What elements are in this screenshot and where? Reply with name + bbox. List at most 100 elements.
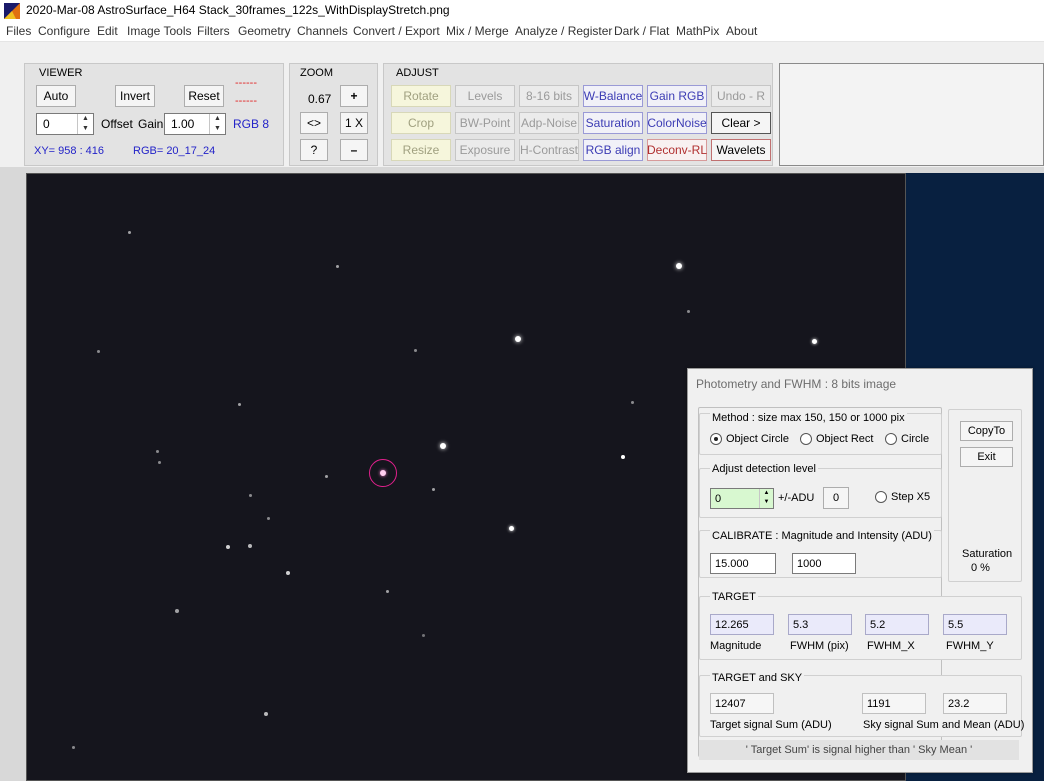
method-group: Method : size max 150, 150 or 1000 pix O…: [699, 412, 942, 455]
star: [422, 634, 425, 637]
menu-configure[interactable]: Configure: [38, 24, 90, 38]
star: [286, 571, 290, 575]
target-selection-circle[interactable]: [369, 459, 397, 487]
auto-button[interactable]: Auto: [36, 85, 76, 107]
bw-point-button[interactable]: BW-Point: [455, 112, 515, 134]
star: [687, 310, 690, 313]
sky-sum-field[interactable]: 1191: [862, 693, 926, 714]
red-indicator-bottom: ------: [235, 95, 257, 107]
menu-channels[interactable]: Channels: [297, 24, 348, 38]
rotate-button[interactable]: Rotate: [391, 85, 451, 107]
saturation-button[interactable]: Saturation: [583, 112, 643, 134]
gain-spinner[interactable]: 1.00 ▲ ▼: [164, 113, 226, 135]
resize-button[interactable]: Resize: [391, 139, 451, 161]
clear-button[interactable]: Clear >: [711, 112, 771, 134]
h-contrast-button[interactable]: H-Contrast: [519, 139, 579, 161]
calibration-intensity-field[interactable]: 1000: [792, 553, 856, 574]
star: [238, 403, 241, 406]
star: [249, 494, 252, 497]
zoom-in-button[interactable]: +: [340, 85, 368, 107]
calibration-magnitude-field[interactable]: 15.000: [710, 553, 776, 574]
detection-spin-arrows[interactable]: ▲ ▼: [759, 489, 773, 508]
gain-value: 1.00: [171, 117, 195, 131]
detection-level-spinner[interactable]: 0 ▲ ▼: [710, 488, 774, 509]
invert-button[interactable]: Invert: [115, 85, 155, 107]
star: [248, 544, 252, 548]
menu-files[interactable]: Files: [6, 24, 31, 38]
step-x5-radio[interactable]: Step X5: [875, 491, 930, 503]
copyto-button[interactable]: CopyTo: [960, 421, 1013, 441]
zoom-fit-button[interactable]: <>: [300, 112, 328, 134]
menu-geometry[interactable]: Geometry: [238, 24, 291, 38]
star: [621, 455, 625, 459]
fwhm-field[interactable]: 5.3: [788, 614, 852, 635]
zoom-help-button[interactable]: ?: [300, 139, 328, 161]
star: [414, 349, 417, 352]
star: [175, 609, 179, 613]
zoom-level: 0.67: [308, 92, 332, 106]
levels-button[interactable]: Levels: [455, 85, 515, 107]
calibrate-group: CALIBRATE : Magnitude and Intensity (ADU…: [699, 530, 942, 578]
target-sky-label: TARGET and SKY: [710, 672, 805, 684]
info-panel: [779, 63, 1044, 166]
deconv-rl-button[interactable]: Deconv-RL: [647, 139, 707, 161]
rgb-align-button[interactable]: RGB align: [583, 139, 643, 161]
sky-mean-field[interactable]: 23.2: [943, 693, 1007, 714]
menu-analyze-register[interactable]: Analyze / Register: [515, 24, 612, 38]
gain-rgb-button[interactable]: Gain RGB: [647, 85, 707, 107]
method-label: Method : size max 150, 150 or 1000 pix: [710, 412, 907, 424]
exposure-button[interactable]: Exposure: [455, 139, 515, 161]
menu-about[interactable]: About: [726, 24, 757, 38]
menu-dark-flat[interactable]: Dark / Flat: [614, 24, 669, 38]
menu-filters[interactable]: Filters: [197, 24, 230, 38]
fwhm-x-field[interactable]: 5.2: [865, 614, 929, 635]
offset-spin-arrows[interactable]: ▲ ▼: [77, 114, 93, 134]
menu-mix-merge[interactable]: Mix / Merge: [446, 24, 509, 38]
star: [267, 517, 270, 520]
menu-convert-export[interactable]: Convert / Export: [353, 24, 440, 38]
offset-value: 0: [43, 117, 50, 131]
sky-sum-mean-label: Sky signal Sum and Mean (ADU): [863, 719, 1025, 731]
star: [676, 263, 682, 269]
photometry-dialog-title: Photometry and FWHM : 8 bits image: [696, 377, 897, 391]
w-balance-button[interactable]: W-Balance: [583, 85, 643, 107]
actions-group: CopyTo Exit Saturation 0 %: [948, 409, 1022, 582]
wavelets-button[interactable]: Wavelets: [711, 139, 771, 161]
viewer-title: VIEWER: [39, 67, 83, 79]
zoom-title: ZOOM: [300, 67, 333, 79]
object-circle-label: Object Circle: [726, 433, 789, 445]
reset-detection-button[interactable]: 0: [823, 487, 849, 509]
color-noise-button[interactable]: ColorNoise: [647, 112, 707, 134]
fwhm-label: FWHM (pix): [790, 640, 849, 652]
gain-label: Gain: [138, 117, 164, 131]
crop-button[interactable]: Crop: [391, 112, 451, 134]
menu-edit[interactable]: Edit: [97, 24, 118, 38]
footer-note: ' Target Sum' is signal higher than ' Sk…: [699, 740, 1019, 760]
magnitude-field[interactable]: 12.265: [710, 614, 774, 635]
circle-radio[interactable]: Circle: [885, 433, 929, 445]
reset-button[interactable]: Reset: [184, 85, 224, 107]
target-sum-field[interactable]: 12407: [710, 693, 774, 714]
zoom-1x-button[interactable]: 1 X: [340, 112, 368, 134]
exit-button[interactable]: Exit: [960, 447, 1013, 467]
window-title: 2020-Mar-08 AstroSurface_H64 Stack_30fra…: [26, 3, 450, 17]
offset-spinner[interactable]: 0 ▲ ▼: [36, 113, 94, 135]
detection-value: 0: [715, 492, 722, 505]
undo-button[interactable]: Undo - R: [711, 85, 771, 107]
target-label: TARGET: [710, 591, 758, 603]
adp-noise-button[interactable]: Adp-Noise: [519, 112, 579, 134]
viewer-panel: VIEWER Auto Invert Reset ------ ------ 0…: [24, 63, 284, 166]
fwhm-y-field[interactable]: 5.5: [943, 614, 1007, 635]
object-circle-radio[interactable]: Object Circle: [710, 433, 789, 445]
gain-spin-arrows[interactable]: ▲ ▼: [209, 114, 225, 134]
bits-button[interactable]: 8-16 bits: [519, 85, 579, 107]
star: [432, 488, 435, 491]
menu-mathpix[interactable]: MathPix: [676, 24, 719, 38]
fwhm-y-label: FWHM_Y: [946, 640, 994, 652]
menu-image-tools[interactable]: Image Tools: [127, 24, 191, 38]
circle-label: Circle: [901, 433, 930, 445]
zoom-out-button[interactable]: –: [340, 139, 368, 161]
object-rect-radio[interactable]: Object Rect: [800, 433, 873, 445]
zoom-panel: ZOOM 0.67 + <> 1 X ? –: [289, 63, 378, 166]
star: [336, 265, 339, 268]
